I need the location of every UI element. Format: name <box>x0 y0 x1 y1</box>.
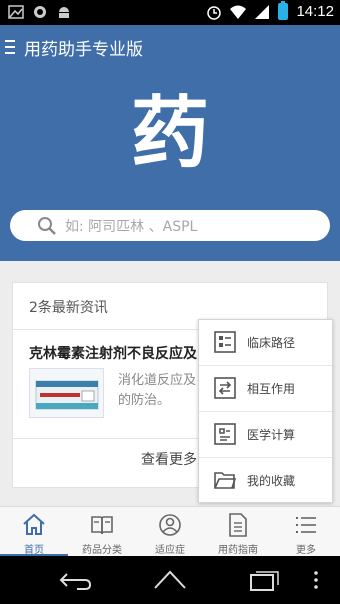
clinical-path-icon <box>214 331 236 353</box>
menu-item-favorites[interactable]: 我的收藏 <box>199 458 332 504</box>
status-bar: 14:12 <box>0 0 340 25</box>
app-bar: 用药助手专业版 <box>0 25 340 69</box>
news-thumbnail[interactable] <box>29 368 104 418</box>
tab-medication-guide[interactable]: 用药指南 <box>204 507 272 557</box>
news-header: 2条最新资讯 <box>29 300 108 316</box>
menu-item-label: 医学计算 <box>247 428 296 442</box>
bottom-nav: 首页 药品分类 适应症 用药指南 更多 <box>0 506 340 557</box>
wifi-icon <box>230 5 247 19</box>
menu-item-label: 我的收藏 <box>247 474 296 488</box>
tab-label: 药品分类 <box>82 545 122 556</box>
back-icon[interactable] <box>57 568 93 592</box>
news-item-title[interactable]: 克林霉素注射剂不良反应及 <box>29 343 197 363</box>
search-placeholder: 如: 阿司匹林 、ASPL <box>65 219 198 235</box>
home-icon <box>23 513 45 535</box>
battery-icon <box>278 1 289 20</box>
tab-drug-category[interactable]: 药品分类 <box>68 507 136 557</box>
tab-label: 适应症 <box>155 545 185 556</box>
home-button-icon[interactable] <box>152 568 188 592</box>
indication-icon <box>159 514 181 536</box>
interaction-icon <box>214 377 236 399</box>
menu-item-clinical-path[interactable]: 临床路径 <box>199 320 332 366</box>
drawer-menu-icon[interactable] <box>5 38 17 56</box>
view-more-link[interactable]: 查看更多 <box>141 449 197 469</box>
hero-banner: 药 如: 阿司匹林 、ASPL <box>0 69 340 261</box>
signal-icon <box>255 4 270 19</box>
drug-box-image <box>30 369 103 417</box>
tab-home[interactable]: 首页 <box>0 507 68 557</box>
alarm-icon <box>207 5 222 20</box>
sync-notification-icon <box>34 6 46 18</box>
tab-indication[interactable]: 适应症 <box>136 507 204 557</box>
folder-icon <box>214 472 236 489</box>
android-notification-icon <box>59 7 69 18</box>
document-icon <box>229 513 247 537</box>
image-notification-icon <box>8 5 24 19</box>
app-logo: 药 <box>130 89 209 179</box>
overflow-menu-icon[interactable] <box>310 568 322 592</box>
menu-item-interaction[interactable]: 相互作用 <box>199 366 332 412</box>
menu-item-label: 相互作用 <box>247 382 296 396</box>
recent-apps-icon[interactable] <box>247 568 283 592</box>
app-title[interactable]: 用药助手专业版 <box>24 35 143 60</box>
tab-label: 更多 <box>296 545 316 556</box>
calculator-icon <box>214 423 236 445</box>
menu-item-calculator[interactable]: 医学计算 <box>199 412 332 458</box>
tab-more[interactable]: 更多 <box>272 507 340 557</box>
popup-menu: 临床路径 相互作用 医学计算 我的收藏 <box>198 319 333 503</box>
book-icon <box>91 516 113 535</box>
list-icon <box>296 517 316 533</box>
search-input[interactable]: 如: 阿司匹林 、ASPL <box>10 210 330 241</box>
search-icon <box>38 217 56 235</box>
menu-item-label: 临床路径 <box>247 336 296 350</box>
tab-label: 用药指南 <box>218 545 258 556</box>
news-item-summary: 消化道反应及 的防治。 <box>118 373 197 408</box>
status-time: 14:12 <box>296 3 334 20</box>
system-navigation-bar <box>0 556 340 604</box>
